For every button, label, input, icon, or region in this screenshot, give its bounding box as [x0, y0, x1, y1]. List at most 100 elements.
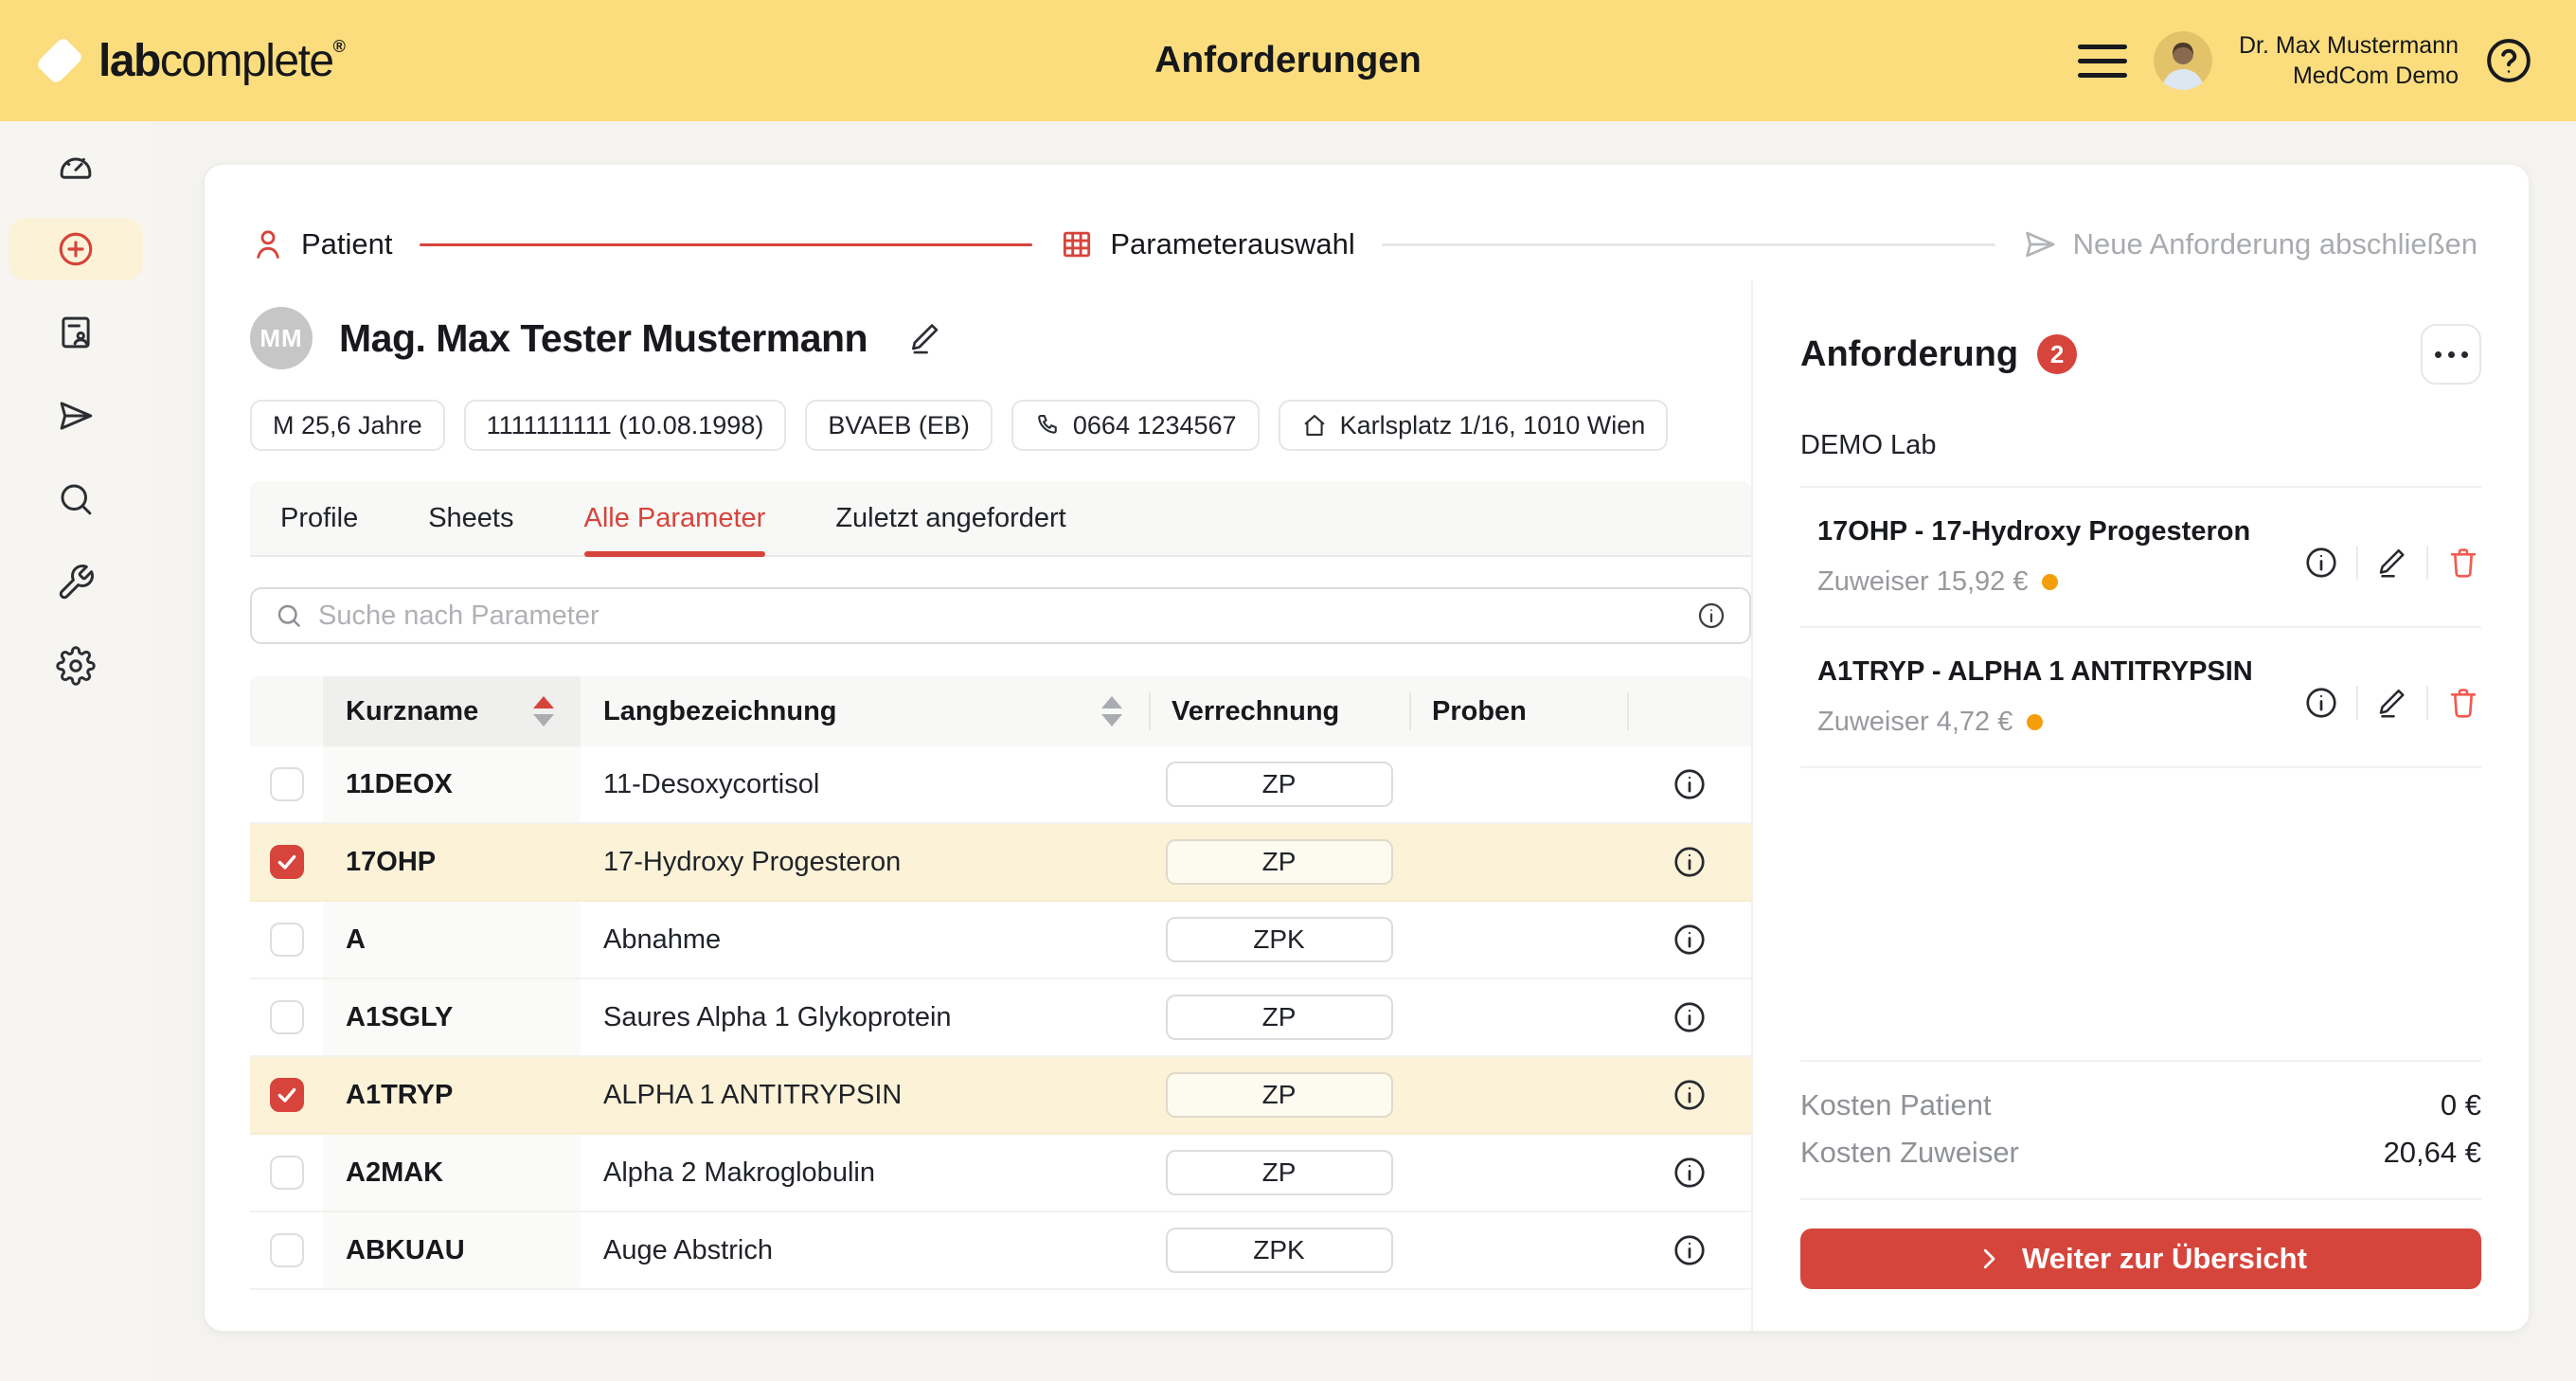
search-icon: [275, 601, 303, 630]
wrench-icon: [56, 563, 96, 602]
table-row: A1TRYP ALPHA 1 ANTITRYPSIN ZP: [250, 1057, 1751, 1135]
trash-icon[interactable]: [2445, 685, 2481, 721]
sidebar-item-patient-records[interactable]: [9, 301, 143, 364]
continue-to-overview-label: Weiter zur Übersicht: [2022, 1242, 2307, 1276]
verrechnung-button[interactable]: ZP: [1166, 1072, 1393, 1118]
send-icon: [2022, 226, 2058, 262]
column-header-kurzname[interactable]: Kurzname: [323, 676, 581, 746]
order-item-title: 17OHP - 17-Hydroxy Progesteron: [1817, 516, 2303, 547]
row-checkbox[interactable]: [270, 845, 304, 879]
user-avatar[interactable]: [2154, 31, 2212, 90]
row-info-icon[interactable]: [1672, 999, 1708, 1035]
cell-kurzname: 11DEOX: [323, 746, 581, 822]
sidebar-item-settings[interactable]: [9, 635, 143, 697]
menu-icon[interactable]: [2078, 45, 2127, 78]
stepper: Patient Parameterauswahl Neue Anforderun…: [205, 165, 2529, 280]
pencil-icon: [907, 320, 943, 356]
column-header-kurzname-label: Kurzname: [346, 696, 478, 727]
verrechnung-button[interactable]: ZP: [1166, 995, 1393, 1040]
sidebar-item-send[interactable]: [9, 385, 143, 447]
order-panel-title: Anforderung: [1800, 334, 2018, 375]
tab-profile[interactable]: Profile: [280, 481, 358, 555]
table-row: ABKUAU Auge Abstrich ZPK: [250, 1212, 1751, 1290]
patient-name: Mag. Max Tester Mustermann: [339, 316, 868, 361]
pencil-icon[interactable]: [2375, 686, 2409, 720]
info-icon[interactable]: [1696, 601, 1726, 631]
verrechnung-button[interactable]: ZPK: [1166, 917, 1393, 962]
logo-lab: lab: [98, 35, 160, 87]
cell-kurzname: 17OHP: [323, 824, 581, 900]
column-header-verrechnung: Verrechnung: [1149, 676, 1409, 746]
divider: [2426, 686, 2428, 720]
tab-alle-parameter[interactable]: Alle Parameter: [584, 481, 766, 555]
trash-icon[interactable]: [2445, 545, 2481, 581]
row-info-icon[interactable]: [1672, 1077, 1708, 1113]
more-options-button[interactable]: [2421, 324, 2481, 385]
column-header-langbezeichnung[interactable]: Langbezeichnung: [581, 676, 1149, 746]
cell-kurzname: ABKUAU: [323, 1212, 581, 1288]
divider: [2356, 686, 2358, 720]
sidebar-item-tools[interactable]: [9, 551, 143, 614]
search-input[interactable]: [318, 601, 1681, 632]
help-icon[interactable]: [2485, 37, 2532, 84]
cell-langbezeichnung: Auge Abstrich: [581, 1235, 1149, 1266]
row-checkbox[interactable]: [270, 1078, 304, 1112]
cell-kurzname: A2MAK: [323, 1135, 581, 1211]
tab-zuletzt-angefordert[interactable]: Zuletzt angefordert: [835, 481, 1065, 555]
row-checkbox[interactable]: [270, 767, 304, 801]
logo-complete: complete: [160, 35, 333, 87]
column-header-verrechnung-label: Verrechnung: [1172, 696, 1339, 727]
chip-address: Karlsplatz 1/16, 1010 Wien: [1279, 400, 1669, 451]
row-checkbox[interactable]: [270, 923, 304, 957]
verrechnung-button[interactable]: ZPK: [1166, 1228, 1393, 1273]
row-checkbox[interactable]: [270, 1000, 304, 1034]
continue-to-overview-button[interactable]: Weiter zur Übersicht: [1800, 1229, 2481, 1289]
order-item: A1TRYP - ALPHA 1 ANTITRYPSIN Zuweiser 4,…: [1800, 628, 2481, 768]
parameter-search: [250, 587, 1751, 644]
verrechnung-button[interactable]: ZP: [1166, 762, 1393, 807]
tab-sheets[interactable]: Sheets: [428, 481, 513, 555]
sidebar-item-new-request[interactable]: [9, 218, 143, 280]
logo-registered-mark: ®: [333, 37, 345, 57]
info-icon[interactable]: [2303, 685, 2339, 721]
table-row: A2MAK Alpha 2 Makroglobulin ZP: [250, 1135, 1751, 1212]
column-header-proben-label: Proben: [1432, 696, 1527, 727]
patient-avatar: MM: [250, 307, 313, 369]
chip-age: M 25,6 Jahre: [250, 400, 445, 451]
column-header-actions: [1627, 676, 1751, 746]
patient-chips: M 25,6 Jahre 1111111111 (10.08.1998) BVA…: [250, 400, 1751, 451]
edit-patient-button[interactable]: [907, 320, 943, 356]
row-info-icon[interactable]: [1672, 1155, 1708, 1191]
step-finish-label: Neue Anforderung abschließen: [2073, 227, 2478, 261]
column-header-proben: Proben: [1409, 676, 1627, 746]
parameter-selection-pane: MM Mag. Max Tester Mustermann M 25,6 Jah…: [205, 280, 1751, 1331]
row-info-icon[interactable]: [1672, 922, 1708, 958]
cell-kurzname: A1TRYP: [323, 1057, 581, 1133]
sidebar-item-dashboard[interactable]: [9, 135, 143, 197]
row-info-icon[interactable]: [1672, 844, 1708, 880]
step-patient[interactable]: Patient: [250, 226, 393, 262]
info-icon[interactable]: [2303, 545, 2339, 581]
table-row: 11DEOX 11-Desoxycortisol ZP: [250, 746, 1751, 824]
app-header: labcomplete® Anforderungen Dr. Max Muste…: [0, 0, 2576, 121]
step-finish[interactable]: Neue Anforderung abschließen: [2022, 226, 2478, 262]
sidebar-item-search[interactable]: [9, 468, 143, 530]
row-checkbox[interactable]: [270, 1233, 304, 1267]
row-info-icon[interactable]: [1672, 766, 1708, 802]
pencil-icon[interactable]: [2375, 546, 2409, 580]
row-checkbox[interactable]: [270, 1156, 304, 1190]
sample-dot: [2027, 714, 2043, 730]
table-header: Kurzname Langbezeichnung Verrechnung Pro…: [250, 676, 1751, 746]
verrechnung-button[interactable]: ZP: [1166, 1150, 1393, 1195]
cell-langbezeichnung: Abnahme: [581, 924, 1149, 956]
stepper-line-1: [420, 243, 1033, 246]
logo-diamond-icon: [35, 36, 83, 84]
verrechnung-button[interactable]: ZP: [1166, 839, 1393, 885]
divider: [2426, 546, 2428, 580]
row-info-icon[interactable]: [1672, 1232, 1708, 1268]
divider: [1800, 1198, 2481, 1200]
order-count-badge: 2: [2037, 334, 2077, 374]
step-parameter[interactable]: Parameterauswahl: [1059, 226, 1354, 262]
order-item-price: Zuweiser 15,92 €: [1817, 566, 2303, 598]
cell-kurzname: A: [323, 902, 581, 977]
